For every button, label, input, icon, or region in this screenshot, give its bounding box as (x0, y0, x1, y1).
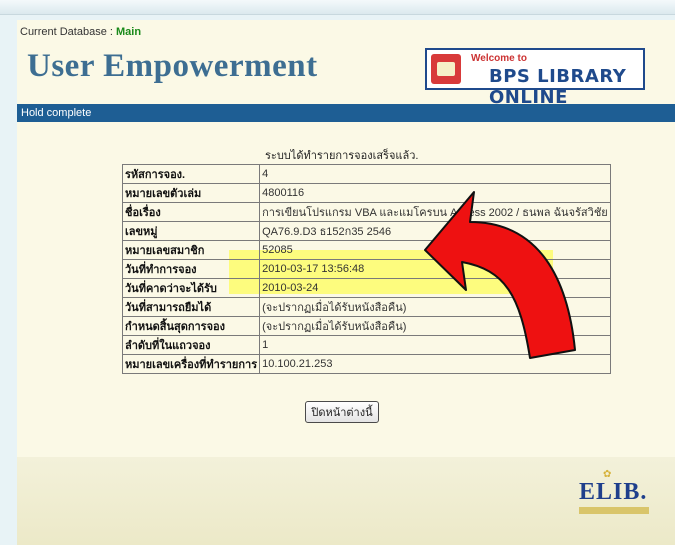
red-curved-arrow-icon (424, 191, 576, 359)
